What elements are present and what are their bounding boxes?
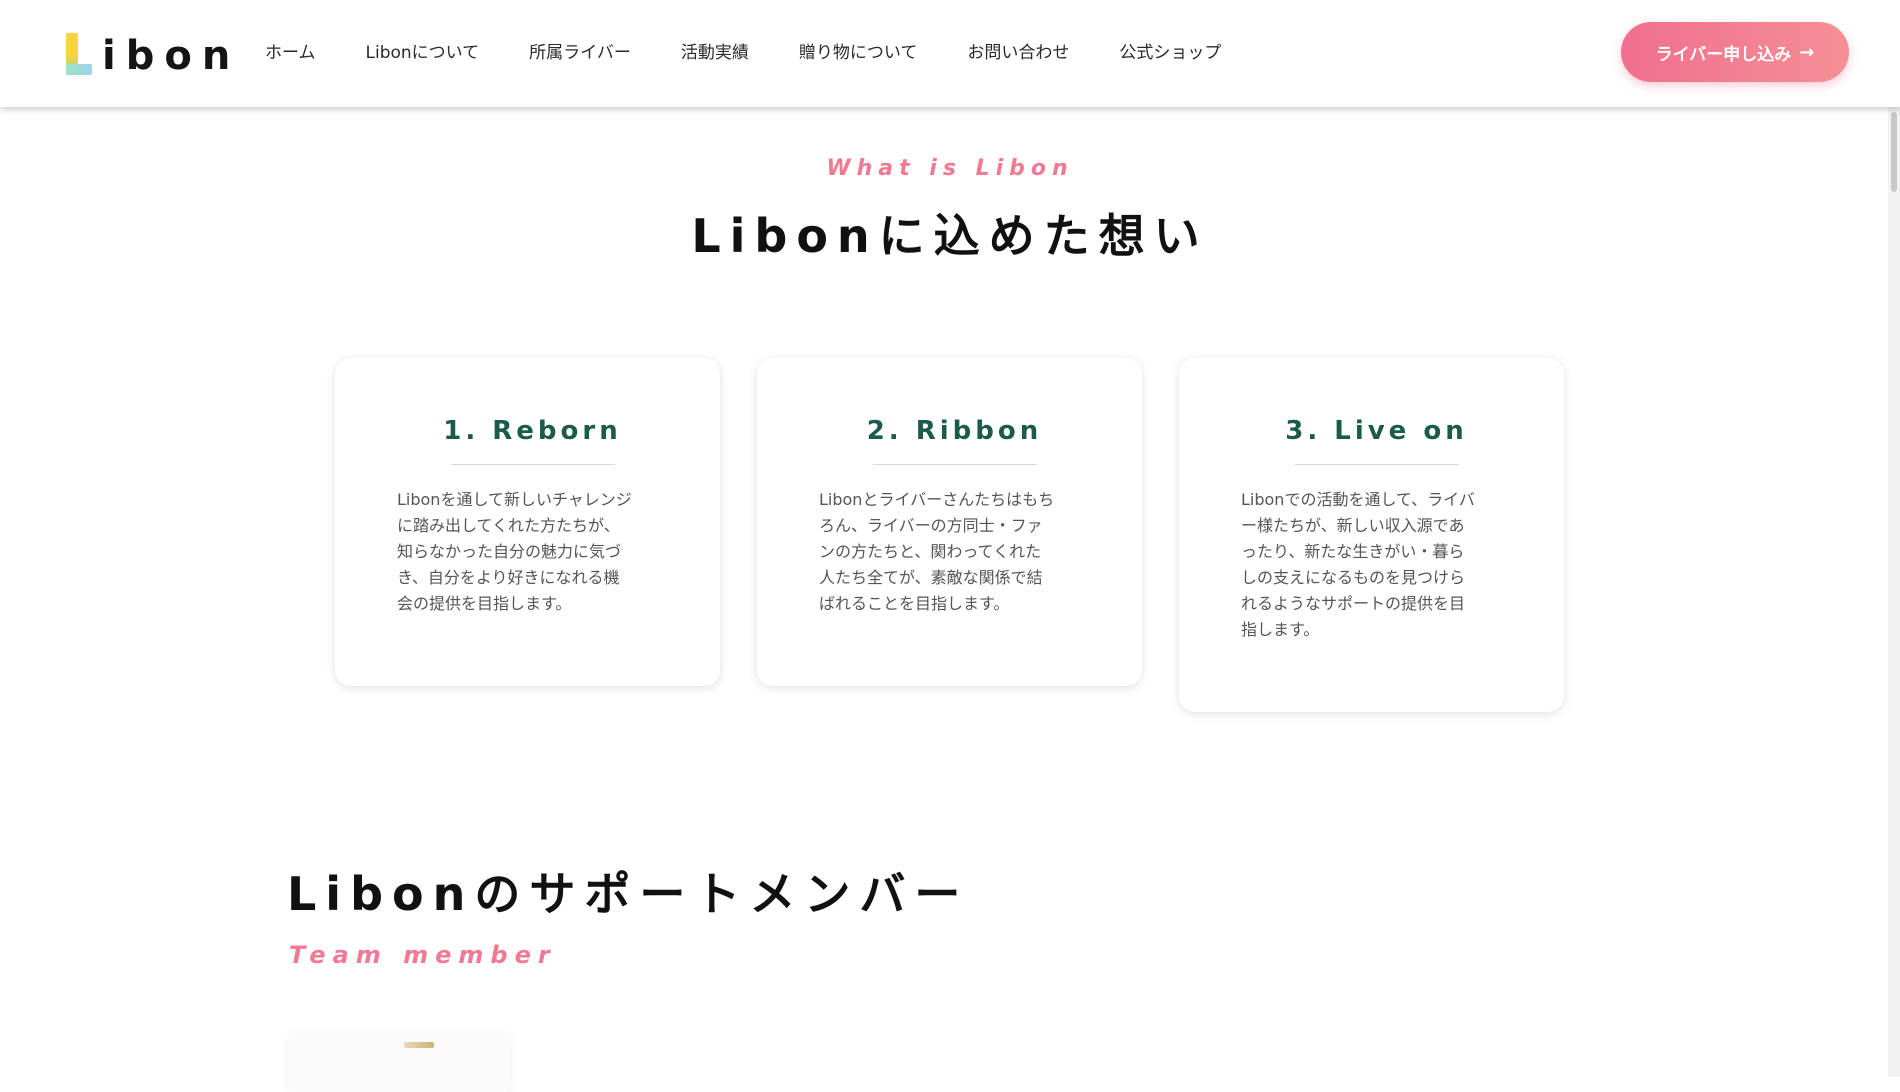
- nav-item-livers[interactable]: 所属ライバー: [529, 38, 631, 63]
- main-nav: ホーム Libonについて 所属ライバー 活動実績 贈り物について お問い合わせ…: [265, 38, 1271, 63]
- nav-item-home[interactable]: ホーム: [265, 38, 316, 63]
- clip-icon: [404, 1042, 434, 1048]
- about-eyebrow: What is Libon: [826, 156, 1074, 181]
- card-body: Libonでの活動を通して、ライバ ー様たちが、新しい収入源であ ったり、新たな…: [1241, 487, 1503, 643]
- apply-button[interactable]: ライバー申し込み →: [1621, 22, 1849, 82]
- members-eyebrow: Team member: [289, 941, 557, 969]
- card-title: 2. Ribbon: [866, 416, 1043, 446]
- card-title: 1. Reborn: [443, 416, 622, 446]
- member-card[interactable]: [286, 1032, 511, 1092]
- logo-mark-icon: [66, 33, 92, 75]
- card-line: ろん、ライバーの方同士・ファ: [819, 516, 1043, 535]
- nav-item-shop[interactable]: 公式ショップ: [1119, 38, 1221, 63]
- card-line: ンの方たちと、関わってくれた: [819, 542, 1042, 561]
- logo[interactable]: ibon: [66, 30, 240, 78]
- nav-item-about[interactable]: Libonについて: [366, 38, 480, 63]
- card-line: Libonでの活動を通して、ライバ: [1241, 490, 1475, 509]
- card-line: き、自分をより好きになれる機: [397, 568, 620, 587]
- card-line: 会の提供を目指します。: [397, 594, 572, 613]
- card-line: に踏み出してくれた方たちが、: [397, 516, 620, 535]
- card-line: 人たち全てが、素敵な関係で結: [819, 568, 1043, 587]
- card-line: 指します。: [1241, 620, 1320, 639]
- nav-item-gifts[interactable]: 贈り物について: [799, 38, 918, 63]
- site-header: ibon ホーム Libonについて 所属ライバー 活動実績 贈り物について お…: [0, 0, 1900, 107]
- members-title: Libonのサポートメンバー: [287, 867, 970, 921]
- value-card-reborn: 1. Reborn Libonを通して新しいチャレンジ に踏み出してくれた方たち…: [335, 358, 720, 686]
- divider: [450, 464, 615, 465]
- card-title: 3. Live on: [1285, 416, 1468, 446]
- card-line: ばれることを目指します。: [819, 594, 1010, 613]
- nav-item-contact[interactable]: お問い合わせ: [967, 38, 1069, 63]
- divider: [1294, 464, 1459, 465]
- apply-button-label: ライバー申し込み: [1655, 44, 1792, 65]
- card-line: Libonを通して新しいチャレンジ: [397, 490, 632, 509]
- card-line: れるようなサポートの提供を目: [1241, 594, 1466, 613]
- card-line: しの支えになるものを見つけら: [1241, 568, 1466, 587]
- card-line: Libonとライバーさんたちはもち: [819, 490, 1055, 509]
- value-card-live-on: 3. Live on Libonでの活動を通して、ライバ ー様たちが、新しい収入…: [1179, 358, 1564, 712]
- about-title: Libonに込めた想い: [691, 209, 1209, 263]
- logo-text: ibon: [102, 33, 241, 79]
- divider: [872, 464, 1037, 465]
- card-line: 知らなかった自分の魅力に気づ: [397, 542, 622, 561]
- card-line: ったり、新たな生きがい・暮ら: [1241, 542, 1465, 561]
- card-body: Libonとライバーさんたちはもち ろん、ライバーの方同士・ファ ンの方たちと、…: [819, 487, 1081, 617]
- card-line: ー様たちが、新しい収入源であ: [1241, 516, 1465, 535]
- nav-item-achievements[interactable]: 活動実績: [681, 38, 749, 63]
- card-body: Libonを通して新しいチャレンジ に踏み出してくれた方たちが、 知らなかった自…: [397, 487, 659, 617]
- value-card-ribbon: 2. Ribbon Libonとライバーさんたちはもち ろん、ライバーの方同士・…: [757, 358, 1142, 686]
- arrow-right-icon: →: [1799, 41, 1815, 63]
